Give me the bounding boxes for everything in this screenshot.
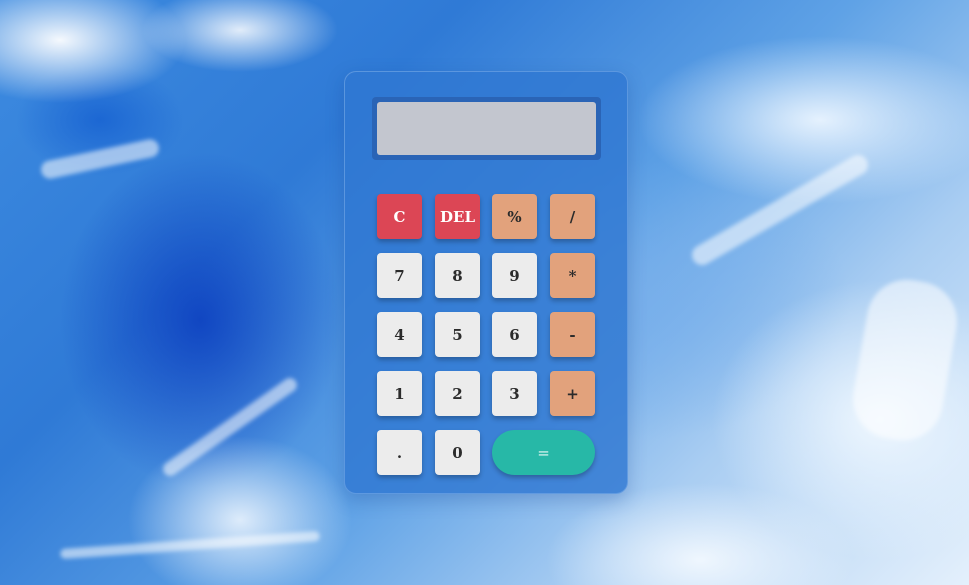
calculator-display[interactable] [377,102,596,155]
digit-4-button[interactable]: 4 [377,312,422,357]
percent-button[interactable]: % [492,194,537,239]
divide-button[interactable]: / [550,194,595,239]
calculator-panel: C DEL % / 7 8 9 * 4 5 6 - 1 2 3 + . 0 = [344,71,628,494]
digit-7-button[interactable]: 7 [377,253,422,298]
digit-5-button[interactable]: 5 [435,312,480,357]
delete-button[interactable]: DEL [435,194,480,239]
background-stroke [59,530,321,560]
plus-button[interactable]: + [550,371,595,416]
digit-6-button[interactable]: 6 [492,312,537,357]
background-stroke [39,137,161,181]
digit-9-button[interactable]: 9 [492,253,537,298]
background-stroke [688,151,872,269]
digit-0-button[interactable]: 0 [435,430,480,475]
digit-1-button[interactable]: 1 [377,371,422,416]
background-stroke [846,273,964,447]
digit-2-button[interactable]: 2 [435,371,480,416]
multiply-button[interactable]: * [550,253,595,298]
minus-button[interactable]: - [550,312,595,357]
clear-button[interactable]: C [377,194,422,239]
decimal-point-button[interactable]: . [377,430,422,475]
digit-3-button[interactable]: 3 [492,371,537,416]
background-stroke [160,375,300,479]
display-frame [372,97,601,160]
digit-8-button[interactable]: 8 [435,253,480,298]
equals-button[interactable]: = [492,430,595,475]
